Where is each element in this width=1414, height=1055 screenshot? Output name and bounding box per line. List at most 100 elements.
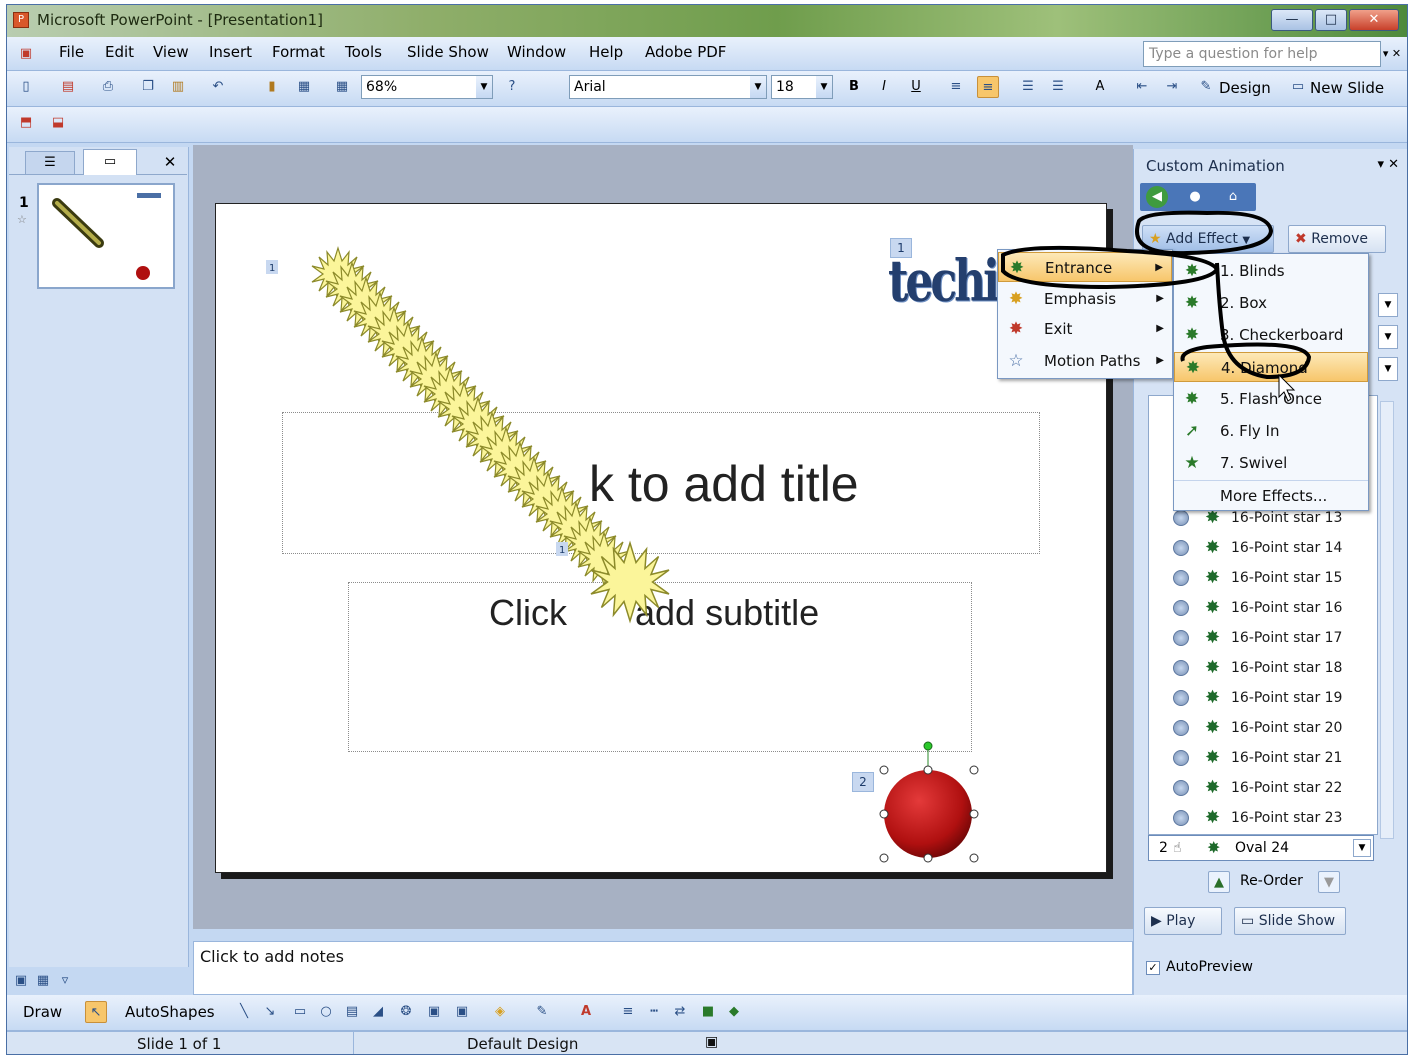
new-slide-button[interactable]: New Slide — [1310, 79, 1384, 97]
menu-window[interactable]: Window — [507, 43, 566, 61]
effect-checkerboard[interactable]: ✸ 3. Checkerboard — [1174, 320, 1368, 350]
diagram-icon[interactable]: ❂ — [395, 1001, 417, 1023]
shadow-icon[interactable]: ■ — [697, 1001, 719, 1023]
modify-speed-dropdown[interactable]: ▼ — [1378, 357, 1398, 381]
arrow-icon[interactable]: ↘ — [259, 1001, 281, 1023]
close-doc-icon[interactable]: ▾ ✕ — [1381, 43, 1403, 65]
align-center-icon[interactable]: ≡ — [977, 76, 999, 98]
menu-file[interactable]: File — [59, 43, 84, 61]
dash-style-icon[interactable]: ┅ — [643, 1001, 665, 1023]
list-scrollbar[interactable] — [1380, 401, 1394, 839]
open-icon[interactable]: ▤ — [57, 76, 79, 98]
design-button[interactable]: Design — [1219, 79, 1271, 97]
list-item[interactable]: ✸ 16-Point star 21 — [1149, 744, 1377, 772]
wordart-icon[interactable]: ◢ — [367, 1001, 389, 1023]
list-item[interactable]: ✸ 16-Point star 20 — [1149, 714, 1377, 742]
slide-canvas[interactable]: k to add title Click add subtitle 1 1 1 … — [215, 203, 1107, 873]
slideshow-view-icon[interactable]: ▿ — [55, 971, 75, 991]
italic-button[interactable]: I — [873, 76, 895, 98]
more-effects[interactable]: More Effects... — [1174, 480, 1368, 510]
slide-thumbnail[interactable] — [37, 183, 175, 289]
effect-flash-once[interactable]: ✸ 5. Flash Once — [1174, 384, 1368, 414]
pdf-email-icon[interactable]: ⬓ — [47, 112, 69, 134]
chevron-down-icon[interactable]: ▼ — [1353, 839, 1371, 857]
rectangle-icon[interactable]: ▭ — [289, 1001, 311, 1023]
autopreview-checkbox[interactable]: ✓ — [1146, 961, 1160, 975]
menu-item-emphasis[interactable]: ✸ Emphasis ▶ — [998, 284, 1172, 314]
font-color-icon[interactable]: A — [575, 1001, 597, 1023]
clipart-icon[interactable]: ▣ — [423, 1001, 445, 1023]
red-oval-shape[interactable] — [876, 738, 986, 878]
chart-icon[interactable]: ▮ — [261, 76, 283, 98]
remove-button[interactable]: ✖ Remove — [1288, 225, 1386, 253]
menu-edit[interactable]: Edit — [105, 43, 134, 61]
table-icon[interactable]: ▦ — [293, 76, 315, 98]
font-size-select[interactable]: 18 ▼ — [771, 75, 833, 99]
menu-item-exit[interactable]: ✸ Exit ▶ — [998, 314, 1172, 344]
print-icon[interactable]: ⎙ — [97, 76, 119, 98]
help-search-input[interactable]: Type a question for help — [1143, 41, 1381, 67]
modify-start-dropdown[interactable]: ▼ — [1378, 293, 1398, 317]
menu-adobe-pdf[interactable]: Adobe PDF — [645, 43, 726, 61]
menu-view[interactable]: View — [153, 43, 189, 61]
close-pane-icon[interactable]: ✕ — [159, 151, 181, 173]
copy-icon[interactable]: ❐ — [137, 76, 159, 98]
task-pane-close-icon[interactable]: ▾ ✕ — [1377, 157, 1399, 172]
effect-blinds[interactable]: ✸ 1. Blinds — [1174, 256, 1368, 286]
paste-icon[interactable]: ▥ — [167, 76, 189, 98]
close-button[interactable]: ✕ — [1349, 9, 1399, 31]
align-left-icon[interactable]: ≡ — [945, 76, 967, 98]
minimize-button[interactable]: — — [1271, 9, 1313, 31]
increase-indent-icon[interactable]: ⇥ — [1161, 76, 1183, 98]
oval-icon[interactable]: ○ — [315, 1001, 337, 1023]
underline-button[interactable]: U — [905, 76, 927, 98]
menu-insert[interactable]: Insert — [209, 43, 252, 61]
effect-diamond[interactable]: ✸ 4. Diamond — [1174, 352, 1368, 382]
new-icon[interactable]: ▯ — [15, 76, 37, 98]
list-item[interactable]: ✸ 16-Point star 19 — [1149, 684, 1377, 712]
notes-pane[interactable]: Click to add notes — [193, 941, 1133, 995]
slides-tab[interactable]: ▭ — [83, 149, 137, 175]
list-item[interactable]: ✸ 16-Point star 22 — [1149, 774, 1377, 802]
increase-font-icon[interactable]: A — [1089, 76, 1111, 98]
list-item[interactable]: ✸ 16-Point star 16 — [1149, 594, 1377, 622]
effect-fly-in[interactable]: ➚ 6. Fly In — [1174, 416, 1368, 446]
slide-sorter-icon[interactable]: ▦ — [33, 971, 53, 991]
outline-tab[interactable]: ☰ — [25, 151, 75, 175]
reorder-up-icon[interactable]: ▲ — [1208, 871, 1230, 893]
forward-icon[interactable]: ● — [1184, 186, 1206, 208]
menu-format[interactable]: Format — [272, 43, 325, 61]
fill-color-icon[interactable]: ◈ — [489, 1001, 511, 1023]
line-color-icon[interactable]: ✎ — [531, 1001, 553, 1023]
list-item[interactable]: ✸ 16-Point star 23 — [1149, 804, 1377, 832]
list-item[interactable]: ✸ 16-Point star 15 — [1149, 564, 1377, 592]
oval-list-item[interactable]: 2 ☝ ✸ Oval 24 ▼ — [1148, 835, 1374, 861]
modify-property-dropdown[interactable]: ▼ — [1378, 325, 1398, 349]
effect-box[interactable]: ✸ 2. Box — [1174, 288, 1368, 318]
numbering-icon[interactable]: ☰ — [1017, 76, 1039, 98]
textbox-icon[interactable]: ▤ — [341, 1001, 363, 1023]
help-icon[interactable]: ? — [501, 76, 523, 98]
normal-view-icon[interactable]: ▣ — [11, 971, 31, 991]
design-icon[interactable]: ✎ — [1195, 76, 1217, 98]
draw-menu[interactable]: Draw — [23, 1003, 62, 1021]
select-pointer-icon[interactable]: ↖ — [85, 1001, 107, 1023]
home-icon[interactable]: ⌂ — [1222, 186, 1244, 208]
menu-item-entrance[interactable]: ✸ Entrance ▶ — [998, 252, 1172, 282]
play-button[interactable]: ▶ Play — [1144, 907, 1222, 935]
new-slide-icon[interactable]: ▭ — [1287, 76, 1309, 98]
zoom-select[interactable]: 68% ▼ — [361, 75, 493, 99]
reorder-down-icon[interactable]: ▼ — [1318, 871, 1340, 893]
list-item[interactable]: ✸ 16-Point star 17 — [1149, 624, 1377, 652]
effect-swivel[interactable]: ★ 7. Swivel — [1174, 448, 1368, 478]
autoshapes-menu[interactable]: AutoShapes — [125, 1003, 215, 1021]
line-icon[interactable]: ╲ — [233, 1001, 255, 1023]
list-item[interactable]: ✸ 16-Point star 14 — [1149, 534, 1377, 562]
restore-button[interactable]: □ — [1315, 9, 1347, 31]
picture-icon[interactable]: ▣ — [451, 1001, 473, 1023]
pdf-convert-icon[interactable]: ⬒ — [15, 112, 37, 134]
3d-icon[interactable]: ◆ — [723, 1001, 745, 1023]
slide-show-button[interactable]: ▭ Slide Show — [1234, 907, 1346, 935]
menu-item-motion-paths[interactable]: ☆ Motion Paths ▶ — [998, 346, 1172, 376]
line-style-icon[interactable]: ≡ — [617, 1001, 639, 1023]
